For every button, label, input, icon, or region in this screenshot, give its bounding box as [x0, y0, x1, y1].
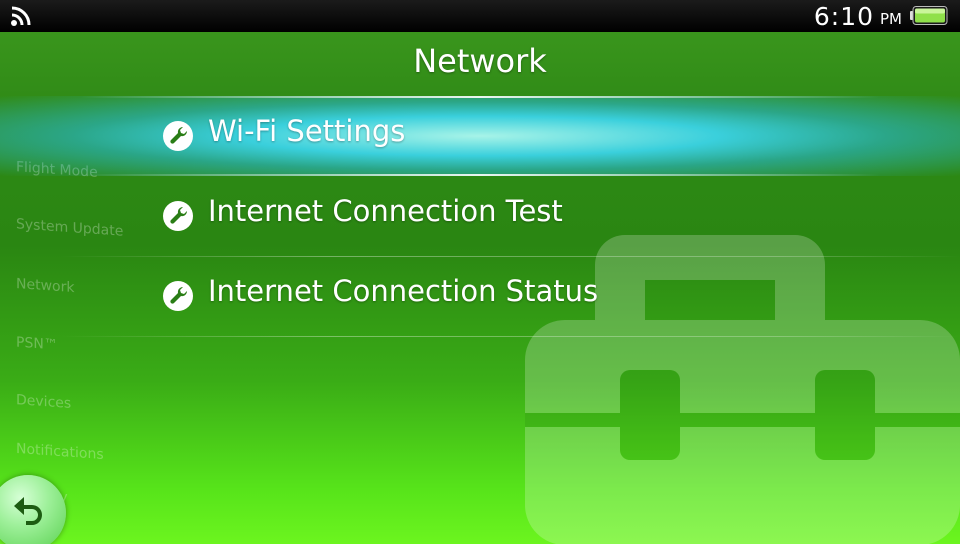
menu-item-internet-connection-status[interactable]: Internet Connection Status — [0, 256, 960, 336]
sidebar-item-notifications: Notifications — [16, 440, 104, 464]
sidebar-item-psn: PSN™ — [16, 334, 58, 354]
menu-item-label: Internet Connection Status — [208, 274, 599, 308]
wrench-icon — [163, 201, 193, 231]
sidebar-item-devices: Devices — [16, 392, 72, 412]
status-bar: 6:10 PM — [0, 0, 960, 32]
menu-divider — [60, 336, 960, 337]
clock-time: 6:10 — [813, 2, 874, 31]
settings-screen: Flight Mode System Update Network PSN™ D… — [0, 0, 960, 544]
battery-full-icon — [910, 6, 948, 25]
wrench-icon — [163, 281, 193, 311]
clock-ampm: PM — [880, 10, 902, 28]
page-title: Network — [413, 42, 547, 80]
back-arrow-icon — [14, 497, 42, 525]
menu-item-label: Wi-Fi Settings — [208, 114, 406, 148]
wrench-icon — [163, 121, 193, 151]
wifi-signal-icon — [11, 6, 31, 26]
menu-item-wifi-settings[interactable]: Wi-Fi Settings — [0, 96, 960, 176]
menu-item-label: Internet Connection Test — [208, 194, 563, 228]
menu-item-internet-connection-test[interactable]: Internet Connection Test — [0, 176, 960, 256]
